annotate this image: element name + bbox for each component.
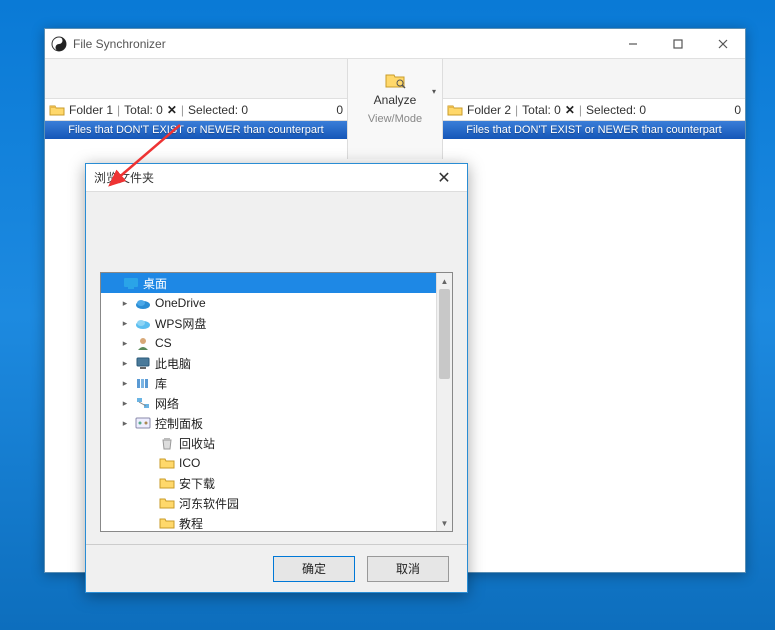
minimize-button[interactable]: [610, 30, 655, 58]
tree-item-label: WPS网盘: [155, 315, 206, 332]
analyze-label: Analyze: [374, 93, 417, 107]
cancel-button[interactable]: 取消: [367, 556, 449, 582]
pc-icon: [135, 356, 151, 370]
dialog-body: 桌面▸OneDrive▸WPS网盘▸CS▸此电脑▸库▸网络▸控制面板回收站ICO…: [86, 192, 467, 544]
panel1-clear-icon[interactable]: ✕: [167, 103, 177, 117]
tree-item-label: 控制面板: [155, 415, 203, 432]
onedrive-icon: [135, 296, 151, 310]
panel1-folder-label: Folder 1: [69, 103, 113, 117]
dialog-buttons: 确定 取消: [86, 544, 467, 592]
panel1-total: Total: 0: [124, 103, 163, 117]
panel2-selected: Selected: 0: [586, 103, 646, 117]
tree-item[interactable]: 回收站: [101, 433, 436, 453]
panel2-clear-icon[interactable]: ✕: [565, 103, 575, 117]
dialog-titlebar: 浏览文件夹 ✕: [86, 164, 467, 192]
folder-icon: [159, 496, 175, 510]
analyze-icon: [384, 71, 406, 89]
control-icon: [135, 416, 151, 430]
wps-icon: [135, 316, 151, 330]
ok-button[interactable]: 确定: [273, 556, 355, 582]
scroll-down-icon[interactable]: ▼: [437, 515, 452, 531]
expander-icon[interactable]: ▸: [119, 358, 131, 369]
tree-item[interactable]: 教程: [101, 513, 436, 531]
expander-icon[interactable]: ▸: [119, 338, 131, 349]
viewmode-button[interactable]: View/Mode: [368, 113, 422, 125]
tree-item[interactable]: ▸ WPS网盘: [101, 313, 436, 333]
tree-item[interactable]: ICO: [101, 453, 436, 473]
panel1-count: 0: [336, 103, 343, 117]
expander-icon[interactable]: ▸: [119, 298, 131, 309]
scroll-thumb[interactable]: [439, 289, 450, 379]
tree-item[interactable]: ▸ 此电脑: [101, 353, 436, 373]
browse-folder-dialog: 浏览文件夹 ✕ 桌面▸OneDrive▸WPS网盘▸CS▸此电脑▸库▸网络▸控制…: [85, 163, 468, 593]
tree-item[interactable]: 河东软件园: [101, 493, 436, 513]
library-icon: [135, 376, 151, 390]
tree-item[interactable]: ▸ 控制面板: [101, 413, 436, 433]
folder-icon: [159, 456, 175, 470]
maximize-button[interactable]: [655, 30, 700, 58]
scroll-up-icon[interactable]: ▲: [437, 273, 452, 289]
panel2-folder-label: Folder 2: [467, 103, 511, 117]
expander-icon[interactable]: ▸: [119, 378, 131, 389]
tree-item-label: 网络: [155, 395, 179, 412]
panel2-count: 0: [734, 103, 741, 117]
tree-item[interactable]: ▸ CS: [101, 333, 436, 353]
titlebar: File Synchronizer: [45, 29, 745, 59]
separator: |: [515, 103, 518, 117]
dialog-title: 浏览文件夹: [94, 169, 429, 186]
panel2-banner: Files that DON'T EXIST or NEWER than cou…: [443, 121, 745, 139]
desktop-icon: [123, 276, 139, 290]
tree-item-label: ICO: [179, 456, 200, 470]
separator: |: [579, 103, 582, 117]
panel1-header: Folder 1 | Total: 0 ✕ | Selected: 0 0: [45, 99, 347, 121]
window-controls: [610, 30, 745, 58]
folder-icon: [159, 476, 175, 490]
folder-icon: [159, 516, 175, 530]
analyze-dropdown-icon[interactable]: ▾: [432, 87, 436, 96]
panel-folder1: Folder 1 | Total: 0 ✕ | Selected: 0 0 Fi…: [45, 99, 347, 159]
folder-icon[interactable]: [447, 103, 463, 117]
panels-row: Folder 1 | Total: 0 ✕ | Selected: 0 0 Fi…: [45, 99, 745, 159]
dialog-close-button[interactable]: ✕: [429, 168, 459, 188]
expander-icon[interactable]: ▸: [119, 418, 131, 429]
expander-icon[interactable]: ▸: [119, 318, 131, 329]
tree-item[interactable]: ▸库: [101, 373, 436, 393]
tree-item-label: 安下载: [179, 475, 215, 492]
tree-item[interactable]: 桌面: [101, 273, 436, 293]
user-icon: [135, 336, 151, 350]
app-icon: [51, 36, 67, 52]
center-analyze-block: Analyze ▾ View/Mode: [347, 59, 443, 159]
panel1-banner: Files that DON'T EXIST or NEWER than cou…: [45, 121, 347, 139]
tree-item-label: 河东软件园: [179, 495, 239, 512]
tree-item[interactable]: ▸ 网络: [101, 393, 436, 413]
network-icon: [135, 396, 151, 410]
tree-item-label: 此电脑: [155, 355, 191, 372]
folder-tree[interactable]: 桌面▸OneDrive▸WPS网盘▸CS▸此电脑▸库▸网络▸控制面板回收站ICO…: [100, 272, 453, 532]
panel2-header: Folder 2 | Total: 0 ✕ | Selected: 0 0: [443, 99, 745, 121]
tree-item-label: 库: [155, 375, 167, 392]
tree-item[interactable]: ▸ OneDrive: [101, 293, 436, 313]
tree-item-label: 教程: [179, 515, 203, 532]
panel-folder2: Folder 2 | Total: 0 ✕ | Selected: 0 0 Fi…: [443, 99, 745, 159]
tree-scrollbar[interactable]: ▲ ▼: [436, 273, 452, 531]
separator: |: [181, 103, 184, 117]
analyze-button[interactable]: Analyze: [348, 59, 442, 107]
tree-item[interactable]: 安下载: [101, 473, 436, 493]
tree-item-label: 回收站: [179, 435, 215, 452]
recycle-icon: [159, 436, 175, 450]
tree-item-label: CS: [155, 336, 172, 350]
tree-item-label: OneDrive: [155, 296, 206, 310]
window-title: File Synchronizer: [73, 37, 610, 51]
tree-item-label: 桌面: [143, 275, 167, 292]
folder-icon[interactable]: [49, 103, 65, 117]
panel1-selected: Selected: 0: [188, 103, 248, 117]
separator: |: [117, 103, 120, 117]
close-button[interactable]: [700, 30, 745, 58]
panel2-total: Total: 0: [522, 103, 561, 117]
expander-icon[interactable]: ▸: [119, 398, 131, 409]
